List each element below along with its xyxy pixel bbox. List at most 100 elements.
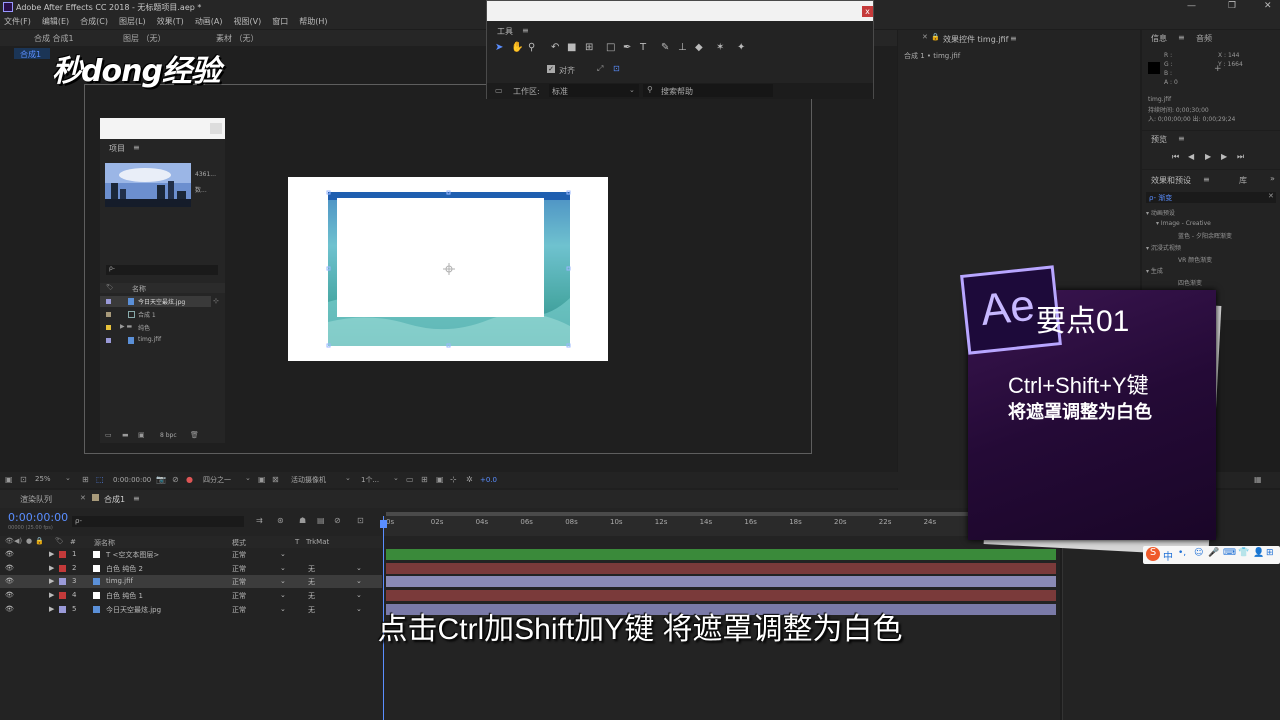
exposure-value[interactable]: +0.0	[480, 476, 497, 484]
tools-menu-icon[interactable]: ≡	[522, 26, 529, 35]
ime-menu-icon[interactable]: ⊞	[1266, 548, 1274, 558]
tab-composition[interactable]: 合成 合成1	[34, 33, 74, 44]
always-preview-icon[interactable]: ▣	[5, 475, 13, 484]
effect-controls-title[interactable]: 效果控件 timg.jfif	[943, 34, 1008, 45]
graph-editor-icon[interactable]: ⊡	[357, 516, 364, 525]
playhead-handle[interactable]	[380, 520, 387, 528]
menu-layer[interactable]: 图层(L)	[119, 15, 146, 29]
frame-blending-icon[interactable]: ▤	[317, 516, 325, 525]
project-menu-icon[interactable]: ≡	[133, 143, 140, 152]
effects-tree-item[interactable]: ▾ Image - Creative	[1156, 220, 1211, 227]
clone-stamp-tool-icon[interactable]: ⊥	[678, 42, 687, 53]
project-search-input[interactable]: ρ-	[106, 265, 218, 275]
layer-search-input[interactable]: ρ-	[72, 516, 244, 527]
effects-tree-item[interactable]: ▾ 沉浸式视频	[1146, 243, 1181, 252]
eye-icon[interactable]: 👁	[5, 577, 14, 585]
ime-user-icon[interactable]: 👤	[1253, 548, 1264, 558]
roto-brush-tool-icon[interactable]: ✶	[716, 42, 724, 53]
panel-collapse-icon[interactable]: ▦	[1254, 475, 1262, 484]
layer-row[interactable]: 👁 ▶ 4 白色 纯色 1 正常 ⌄ 无 ⌄	[0, 589, 382, 602]
layer-duration-bar[interactable]	[386, 590, 1056, 602]
pen-tool-icon[interactable]: ✒	[623, 42, 631, 53]
layer-row[interactable]: 👁 ▶ 2 白色 纯色 2 正常 ⌄ 无 ⌄	[0, 562, 382, 575]
eye-icon[interactable]: 👁	[5, 591, 14, 599]
menu-view[interactable]: 视图(V)	[234, 15, 262, 29]
library-tab[interactable]: 库	[1239, 175, 1247, 186]
ime-skin-icon[interactable]: 👕	[1238, 548, 1249, 558]
current-time[interactable]: 0:00:00:00	[113, 476, 151, 484]
effects-tree-item[interactable]: ▾ 动画预设	[1146, 208, 1175, 217]
puppet-tool-icon[interactable]: ✦	[737, 42, 745, 53]
comp-subtab[interactable]: 合成1	[14, 48, 50, 59]
ime-keyboard-icon[interactable]: ⌨	[1223, 548, 1236, 558]
tools-close-button[interactable]: x	[862, 6, 873, 17]
interpret-footage-icon[interactable]: ▭	[105, 431, 112, 439]
layer-duration-bar[interactable]	[386, 576, 1056, 588]
lock-icon[interactable]: 🔒	[931, 33, 940, 41]
draft-3d-icon[interactable]: ⊛	[277, 516, 284, 525]
show-snapshot-icon[interactable]: ⊘	[172, 475, 179, 484]
trkmat-select[interactable]: 无	[308, 564, 315, 574]
label-color-swatch[interactable]	[59, 551, 66, 558]
menu-effect[interactable]: 效果(T)	[157, 15, 184, 29]
menu-window[interactable]: 窗口	[272, 15, 288, 29]
menu-animation[interactable]: 动画(A)	[195, 15, 223, 29]
pan-behind-tool-icon[interactable]: ⊞	[585, 42, 593, 53]
mode-select[interactable]: 正常	[232, 550, 246, 560]
panel-close-icon[interactable]: ✕	[80, 494, 86, 502]
effect-controls-menu-icon[interactable]: ≡	[1010, 34, 1017, 43]
expand-arrow-icon[interactable]: ▶	[49, 550, 54, 558]
zoom-tool-icon[interactable]: ⚲	[528, 42, 535, 53]
type-tool-icon[interactable]: T	[640, 42, 646, 53]
layer-row[interactable]: 👁 ▶ 1 T <空文本图层> 正常 ⌄	[0, 548, 382, 561]
workspace-select[interactable]: 标准 ⌄	[549, 84, 639, 97]
shy-icon[interactable]: ☗	[299, 516, 306, 525]
expand-arrow-icon[interactable]: ▶	[49, 577, 54, 585]
effects-title[interactable]: 效果和预设	[1151, 175, 1191, 186]
timecode-display[interactable]: 0:00:00:00	[8, 511, 68, 524]
rectangle-tool-icon[interactable]: □	[606, 42, 615, 53]
restore-icon[interactable]: ❐	[1228, 1, 1236, 11]
flowchart-icon[interactable]: ⊹	[450, 475, 457, 484]
timeline-icon[interactable]: ▣	[436, 475, 444, 484]
flowchart-icon[interactable]: ⊹	[213, 297, 219, 305]
play-icon[interactable]: ▶	[1205, 152, 1211, 161]
project-item[interactable]: 今日天空最炫.jpg	[100, 296, 211, 307]
tab-footage[interactable]: 素材 （无）	[216, 33, 259, 44]
channel-icon[interactable]: ●	[186, 475, 193, 484]
preview-menu-icon[interactable]: ≡	[1178, 134, 1185, 143]
audio-tab[interactable]: 音频	[1196, 33, 1212, 44]
work-area-bar[interactable]	[386, 512, 1056, 516]
selection-tool-icon[interactable]: ➤	[495, 42, 503, 53]
mode-select[interactable]: 正常	[232, 591, 246, 601]
eye-icon[interactable]: 👁	[5, 564, 14, 572]
snapshot-icon[interactable]: 📷	[156, 475, 166, 484]
menu-composition[interactable]: 合成(C)	[80, 15, 108, 29]
clear-search-icon[interactable]: ✕	[1268, 192, 1274, 200]
label-color-swatch[interactable]	[59, 578, 66, 586]
prev-frame-icon[interactable]: ◀	[1188, 152, 1194, 161]
trkmat-select[interactable]: 无	[308, 591, 315, 601]
effects-tree-item[interactable]: 蓝色 - 夕阳余晖渐变	[1178, 231, 1232, 240]
snap-checkbox[interactable]: ✓	[547, 65, 555, 73]
layer-duration-bar[interactable]	[386, 549, 1056, 560]
tab-comp1[interactable]: 合成1	[104, 494, 125, 505]
project-item[interactable]: timg.jfif	[100, 335, 211, 346]
effects-tree-item[interactable]: VR 颜色渐变	[1178, 255, 1212, 264]
rotation-tool-icon[interactable]: ↶	[551, 42, 559, 53]
mode-select[interactable]: 正常	[232, 577, 246, 587]
brush-tool-icon[interactable]: ✎	[661, 42, 669, 53]
effects-menu-icon[interactable]: ≡	[1203, 175, 1210, 184]
menu-edit[interactable]: 编辑(E)	[42, 15, 69, 29]
safe-margins-icon[interactable]: ⊞	[82, 475, 89, 484]
tab-render-queue[interactable]: 渲染队列	[20, 494, 52, 505]
ime-chinese-icon[interactable]: 中	[1163, 548, 1173, 563]
expand-arrow-icon[interactable]: ▶	[49, 564, 54, 572]
project-item[interactable]: ▶ ▬ 纯色	[100, 322, 211, 333]
mask-visibility-icon[interactable]: ⬚	[96, 475, 104, 484]
tab-layer[interactable]: 图层 （无）	[123, 33, 166, 44]
menu-help[interactable]: 帮助(H)	[299, 15, 327, 29]
mask-path-handles[interactable]	[325, 189, 573, 349]
timeline-menu-icon[interactable]: ≡	[133, 494, 140, 503]
close-icon[interactable]: ✕	[1264, 1, 1272, 11]
